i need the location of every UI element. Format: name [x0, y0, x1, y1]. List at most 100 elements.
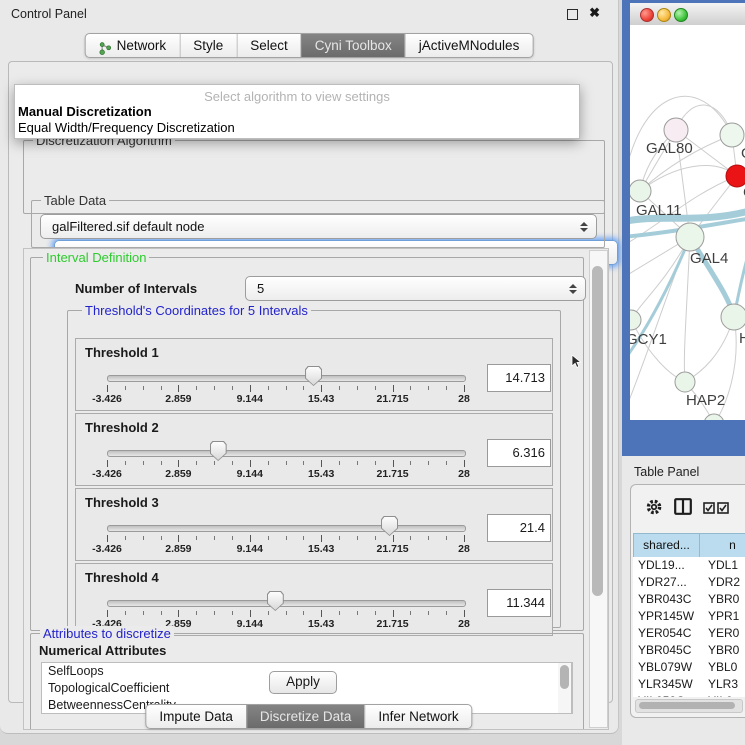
slider-tick-label: 9.144	[225, 468, 275, 480]
gear-icon[interactable]	[645, 498, 663, 516]
tab-discretize-data[interactable]: Discretize Data	[246, 705, 365, 728]
thresholds-group: Threshold's Coordinates for 5 Intervals …	[67, 310, 561, 628]
slider-tick-label: 15.43	[296, 393, 346, 405]
table-cell: YPR145W	[633, 608, 703, 625]
slider-tick	[410, 536, 411, 540]
threshold-panel: Threshold 1-3.4262.8599.14415.4321.71528…	[75, 338, 553, 411]
network-node-label: GAL80	[646, 140, 693, 157]
threshold-value-field[interactable]: 11.344	[487, 589, 551, 617]
slider-tick	[196, 461, 197, 465]
main-scrollbar[interactable]	[589, 250, 608, 728]
slider-track[interactable]	[107, 525, 466, 532]
slider-tick	[268, 611, 269, 615]
threshold-value-field[interactable]: 14.713	[487, 364, 551, 392]
slider-thumb[interactable]	[267, 591, 284, 611]
network-canvas[interactable]: GAL80GCGAL11GAL4GCY1HHAP2	[630, 25, 745, 420]
table-data-combobox[interactable]: galFiltered.sif default node	[40, 214, 597, 239]
scrollbar-thumb[interactable]	[592, 266, 603, 596]
slider-thumb[interactable]	[381, 516, 398, 536]
slider-tick	[161, 611, 162, 615]
slider-track[interactable]	[107, 600, 466, 607]
slider-tick-label: 2.859	[153, 393, 203, 405]
slider-tick	[143, 536, 144, 540]
close-traffic-light-icon[interactable]	[640, 8, 654, 22]
network-node[interactable]	[704, 414, 724, 420]
slider-thumb[interactable]	[210, 441, 227, 461]
threshold-value-field[interactable]: 21.4	[487, 514, 551, 542]
scrollbar-thumb[interactable]	[560, 665, 569, 689]
node-table: shared...n YDL19...YDL1YDR27...YDR2YBR04…	[633, 533, 745, 717]
slider-tick	[107, 610, 108, 617]
tab-jactivemnodules[interactable]: jActiveMNodules	[405, 34, 533, 57]
network-node[interactable]	[664, 118, 688, 142]
tab-cyni-toolbox[interactable]: Cyni Toolbox	[301, 34, 405, 57]
slider-tick-label: 2.859	[153, 543, 203, 555]
table-row[interactable]: YER054CYER0	[633, 625, 745, 642]
slider-tick	[393, 610, 394, 617]
table-row[interactable]: YLR345WYLR3	[633, 676, 745, 693]
numerical-attributes-label: Numerical Attributes	[39, 643, 166, 658]
network-node[interactable]	[721, 304, 745, 330]
network-node[interactable]	[676, 223, 704, 251]
table-row[interactable]: YBR045CYBR0	[633, 642, 745, 659]
slider-tick	[410, 386, 411, 390]
slider-tick	[339, 386, 340, 390]
table-row[interactable]: YIL052CYIL0	[633, 693, 745, 697]
num-intervals-combobox[interactable]: 5	[245, 276, 586, 301]
slider-tick	[321, 535, 322, 542]
split-columns-icon[interactable]	[674, 498, 692, 515]
slider-thumb[interactable]	[305, 366, 322, 386]
table-row[interactable]: YPR145WYPR1	[633, 608, 745, 625]
slider-tick	[303, 461, 304, 465]
tab-infer-network[interactable]: Infer Network	[364, 705, 471, 728]
threshold-value-field[interactable]: 6.316	[487, 439, 551, 467]
table-cell: YBL0	[703, 659, 745, 676]
slider-track[interactable]	[107, 375, 466, 382]
network-node[interactable]	[630, 310, 641, 330]
tab-label: Infer Network	[378, 705, 458, 728]
table-row[interactable]: YBL079WYBL0	[633, 659, 745, 676]
slider-tick	[428, 536, 429, 540]
zoom-traffic-light-icon[interactable]	[674, 8, 688, 22]
tab-impute-data[interactable]: Impute Data	[146, 705, 246, 728]
algorithm-dropdown-popup: Select algorithm to view settings Manual…	[14, 84, 580, 139]
table-column-header[interactable]: n	[700, 533, 745, 558]
network-icon	[99, 39, 112, 52]
slider-tick-label: 21.715	[368, 618, 418, 630]
apply-button[interactable]: Apply	[269, 671, 337, 694]
dropdown-option[interactable]: Equal Width/Frequency Discretization	[18, 120, 235, 135]
network-node[interactable]	[630, 180, 651, 202]
table-row[interactable]: YDL19...YDL1	[633, 557, 745, 574]
tab-label: jActiveMNodules	[419, 34, 520, 57]
table-hscrollbar[interactable]	[635, 699, 743, 713]
table-column-header[interactable]: shared...	[633, 533, 700, 558]
scrollbar-thumb[interactable]	[639, 702, 735, 709]
attributes-list-scrollbar[interactable]	[558, 662, 572, 714]
tab-style[interactable]: Style	[179, 34, 236, 57]
table-row[interactable]: YDR27...YDR2	[633, 574, 745, 591]
checkbox-icon[interactable]	[703, 502, 715, 514]
minimize-traffic-light-icon[interactable]	[657, 8, 671, 22]
top-tab-bar: NetworkStyleSelectCyni Toolbox jActiveMNo…	[85, 33, 534, 58]
tab-network[interactable]: Network	[86, 34, 180, 57]
tab-select[interactable]: Select	[236, 34, 301, 57]
table-cell: YBR0	[703, 591, 745, 608]
slider-tick	[357, 611, 358, 615]
slider-tick	[375, 536, 376, 540]
float-icon[interactable]	[567, 9, 578, 20]
slider-track[interactable]	[107, 450, 466, 457]
network-node[interactable]	[675, 372, 695, 392]
slider-tick-label: 15.43	[296, 468, 346, 480]
screen: Control Panel ✖ NetworkStyleSelectCyni T…	[0, 0, 745, 745]
slider-tick	[125, 536, 126, 540]
table-row[interactable]: YBR043CYBR0	[633, 591, 745, 608]
network-node-label: HAP2	[686, 392, 725, 409]
threshold-label: Threshold 4	[85, 570, 159, 585]
slider-tick	[321, 385, 322, 392]
dropdown-option[interactable]: Manual Discretization	[18, 104, 152, 119]
close-icon[interactable]: ✖	[589, 5, 600, 21]
slider-tick	[196, 536, 197, 540]
checkbox-icon[interactable]	[717, 502, 729, 514]
network-node[interactable]	[720, 123, 744, 147]
table-cell: YDR2	[703, 574, 745, 591]
